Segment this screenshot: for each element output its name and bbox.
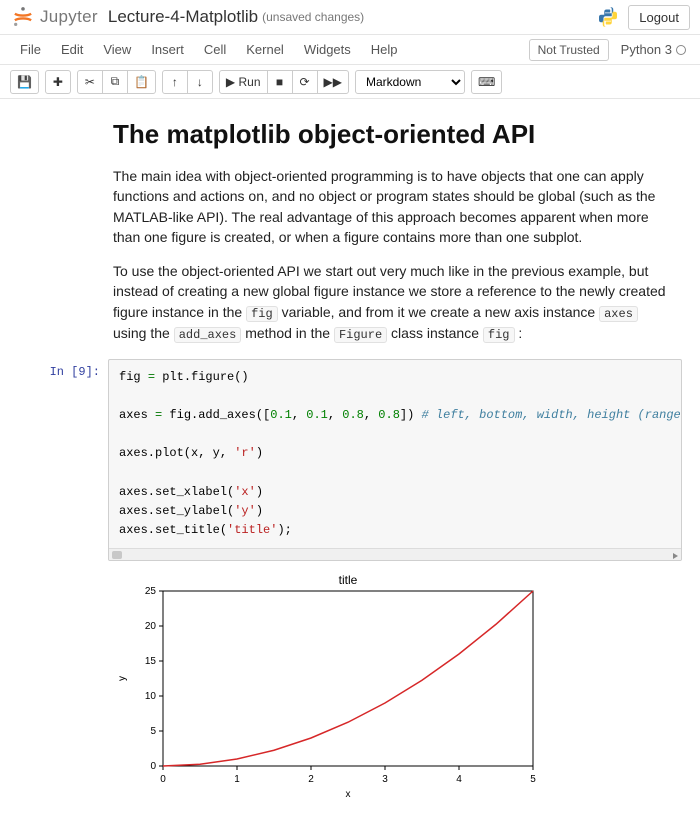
menu-file[interactable]: File bbox=[10, 38, 51, 61]
heading: The matplotlib object-oriented API bbox=[113, 119, 672, 150]
run-icon: ▶ bbox=[226, 75, 235, 89]
kernel-indicator[interactable]: Python 3 bbox=[617, 42, 690, 57]
svg-text:15: 15 bbox=[145, 656, 157, 667]
svg-text:25: 25 bbox=[145, 586, 157, 597]
stop-icon: ■ bbox=[276, 75, 283, 89]
svg-text:4: 4 bbox=[456, 774, 462, 785]
menubar: File Edit View Insert Cell Kernel Widget… bbox=[0, 35, 700, 65]
notebook-title[interactable]: Lecture-4-Matplotlib bbox=[108, 7, 258, 27]
cut-button[interactable]: ✂ bbox=[77, 70, 103, 94]
restart-button[interactable]: ⟳ bbox=[292, 70, 318, 94]
paragraph-2: To use the object-oriented API we start … bbox=[113, 261, 672, 344]
menu-help[interactable]: Help bbox=[361, 38, 408, 61]
menu-edit[interactable]: Edit bbox=[51, 38, 93, 61]
cell-type-select[interactable]: Markdown bbox=[355, 70, 465, 94]
output-chart: 0 1 2 3 4 5 0 5 10 15 20 25 title x y bbox=[113, 571, 543, 801]
code-fig2: fig bbox=[483, 327, 515, 343]
svg-text:x: x bbox=[346, 789, 351, 800]
save-button[interactable]: 💾 bbox=[10, 70, 39, 94]
insert-cell-button[interactable]: ✚ bbox=[45, 70, 71, 94]
menu-kernel[interactable]: Kernel bbox=[236, 38, 294, 61]
brand-text: Jupyter bbox=[40, 7, 98, 27]
horizontal-scrollbar[interactable] bbox=[109, 548, 681, 560]
move-up-button[interactable]: ↑ bbox=[162, 70, 188, 94]
copy-icon: ⧉ bbox=[111, 74, 120, 89]
code-text[interactable]: fig = plt.figure() axes = fig.add_axes([… bbox=[109, 360, 681, 549]
notebook-area: The matplotlib object-oriented API The m… bbox=[0, 99, 700, 832]
toolbar: 💾 ✚ ✂ ⧉ 📋 ↑ ↓ ▶ Run ■ ⟳ ▶▶ Markdown ⌨ bbox=[0, 65, 700, 99]
input-prompt: In [9]: bbox=[18, 359, 108, 562]
code-figure-class: Figure bbox=[334, 327, 387, 343]
arrow-up-icon: ↑ bbox=[172, 75, 178, 89]
code-add-axes: add_axes bbox=[174, 327, 242, 343]
code-fig: fig bbox=[246, 306, 278, 322]
paste-icon: 📋 bbox=[134, 75, 149, 89]
kernel-status-icon bbox=[676, 45, 686, 55]
svg-text:3: 3 bbox=[382, 774, 388, 785]
arrow-down-icon: ↓ bbox=[197, 75, 203, 89]
command-palette-button[interactable]: ⌨ bbox=[471, 70, 502, 94]
output-area: 0 1 2 3 4 5 0 5 10 15 20 25 title x y bbox=[113, 571, 682, 804]
save-status: (unsaved changes) bbox=[262, 10, 364, 24]
restart-run-all-button[interactable]: ▶▶ bbox=[317, 70, 349, 94]
code-axes: axes bbox=[599, 306, 638, 322]
svg-text:5: 5 bbox=[530, 774, 536, 785]
save-icon: 💾 bbox=[17, 75, 32, 89]
kernel-label: Python 3 bbox=[621, 42, 672, 57]
restart-icon: ⟳ bbox=[299, 75, 309, 89]
run-button[interactable]: ▶ Run bbox=[219, 70, 268, 94]
menu-cell[interactable]: Cell bbox=[194, 38, 236, 61]
fast-forward-icon: ▶▶ bbox=[324, 75, 342, 89]
plus-icon: ✚ bbox=[53, 75, 63, 89]
menu-widgets[interactable]: Widgets bbox=[294, 38, 361, 61]
python-icon bbox=[596, 5, 620, 29]
markdown-cell[interactable]: The matplotlib object-oriented API The m… bbox=[113, 119, 672, 345]
logout-button[interactable]: Logout bbox=[628, 5, 690, 30]
svg-text:10: 10 bbox=[145, 691, 157, 702]
svg-text:5: 5 bbox=[150, 726, 156, 737]
menu-view[interactable]: View bbox=[93, 38, 141, 61]
jupyter-logo[interactable]: Jupyter bbox=[10, 4, 98, 30]
svg-text:0: 0 bbox=[150, 761, 156, 772]
code-cell[interactable]: In [9]: fig = plt.figure() axes = fig.ad… bbox=[18, 359, 682, 562]
svg-text:title: title bbox=[339, 573, 358, 587]
svg-text:20: 20 bbox=[145, 621, 157, 632]
jupyter-icon bbox=[10, 4, 36, 30]
trust-button[interactable]: Not Trusted bbox=[529, 39, 609, 61]
code-input[interactable]: fig = plt.figure() axes = fig.add_axes([… bbox=[108, 359, 682, 562]
keyboard-icon: ⌨ bbox=[478, 75, 495, 89]
menu-insert[interactable]: Insert bbox=[141, 38, 194, 61]
svg-text:y: y bbox=[117, 676, 128, 681]
svg-text:2: 2 bbox=[308, 774, 314, 785]
run-label: Run bbox=[238, 75, 260, 89]
move-down-button[interactable]: ↓ bbox=[187, 70, 213, 94]
svg-text:0: 0 bbox=[160, 774, 166, 785]
svg-text:1: 1 bbox=[234, 774, 240, 785]
paste-button[interactable]: 📋 bbox=[127, 70, 156, 94]
paragraph-1: The main idea with object-oriented progr… bbox=[113, 166, 672, 247]
copy-button[interactable]: ⧉ bbox=[102, 70, 128, 94]
app-header: Jupyter Lecture-4-Matplotlib (unsaved ch… bbox=[0, 0, 700, 35]
interrupt-button[interactable]: ■ bbox=[267, 70, 293, 94]
cut-icon: ✂ bbox=[85, 75, 95, 89]
